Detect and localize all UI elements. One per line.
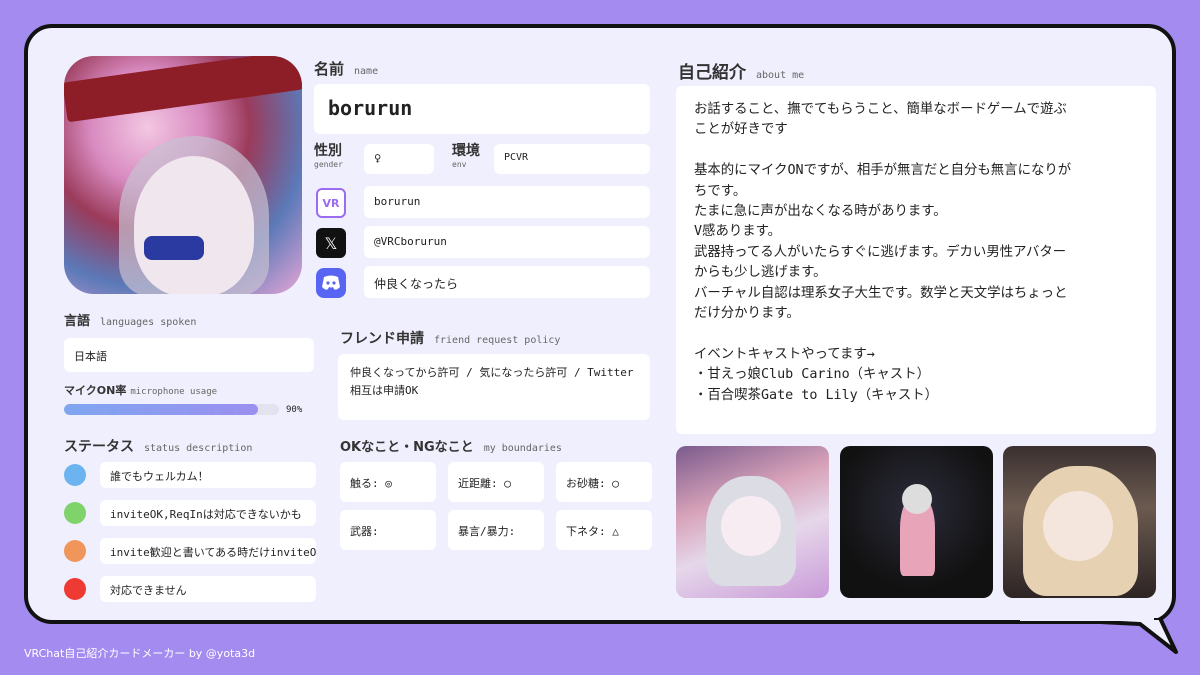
about-line: 基本的にマイクONですが、相手が無言だと自分も無言になりが: [694, 163, 1072, 179]
status-dot-3: [64, 578, 86, 600]
speech-bubble-tail: [1020, 618, 1178, 654]
about-line: だけ分かります。: [694, 306, 800, 322]
languages-label: 言語 languages spoken: [64, 314, 197, 329]
vrchat-icon: VR: [316, 188, 346, 218]
about-line: イベントキャストやってます→: [694, 346, 875, 362]
about-line: からも少し逃げます。: [694, 265, 827, 281]
about-line: [694, 324, 1138, 344]
mic-label: マイクON率 microphone usage: [64, 384, 218, 397]
discord-glyph: [322, 275, 340, 290]
about-line: [694, 141, 1138, 161]
about-line: ことが好きです: [694, 122, 788, 138]
mic-percent: 90%: [286, 405, 303, 415]
about-line: V感あります。: [694, 224, 782, 240]
about-line: ・百合喫茶Gate to Lily（キャスト）: [694, 387, 939, 403]
boundary-item-5: 下ネタ: △: [556, 510, 652, 550]
about-line: お話すること、撫でてもらうこと、簡単なボードゲームで遊ぶ: [694, 102, 1067, 117]
footer-credit: VRChat自己紹介カードメーカー by @yota3d: [24, 647, 256, 660]
status-dot-2: [64, 540, 86, 562]
about-line: 武器持ってる人がいたらすぐに逃げます。デカい男性アバター: [694, 244, 1067, 260]
friend-request-label: フレンド申請 friend request policy: [340, 331, 561, 347]
gallery-photo-2: [840, 446, 993, 598]
boundary-item-0: 触る: ◎: [340, 462, 436, 502]
gender-field: ♀: [364, 144, 434, 174]
about-line: たまに急に声が出なくなる時があります。: [694, 204, 947, 220]
discord-account-field: 仲良くなったら: [364, 266, 650, 298]
status-item-3: 対応できません: [100, 576, 316, 602]
about-line: バーチャル自認は理系女子大生です。数学と天文学はちょっと: [694, 285, 1068, 301]
name-value: borurun: [328, 96, 413, 120]
name-field: borurun: [314, 84, 650, 134]
status-item-0: 誰でもウェルカム！: [100, 462, 316, 488]
status-item-2: invite歓迎と書いてある時だけinviteOK: [100, 538, 316, 564]
boundary-item-4: 暴言/暴力:: [448, 510, 544, 550]
mic-progress-fill: [64, 404, 258, 415]
about-label: 自己紹介 about me: [678, 63, 805, 83]
avatar-face: [134, 156, 254, 294]
env-field: PCVR: [494, 144, 650, 174]
env-label: 環境 env: [452, 143, 480, 169]
status-item-1: inviteOK,ReqInは対応できないかも: [100, 500, 316, 526]
status-dot-0: [64, 464, 86, 486]
discord-icon: [316, 268, 346, 298]
vrchat-account-field: borurun: [364, 186, 650, 218]
avatar: [64, 56, 302, 294]
x-icon: 𝕏: [316, 228, 346, 258]
boundaries-label: OKなこと・NGなこと my boundaries: [340, 440, 562, 455]
twitter-account-field: @VRCborurun: [364, 226, 650, 258]
avatar-bow: [144, 236, 204, 260]
profile-card: 名前 name borurun 性別 gender ♀ 環境 env PCVR V…: [24, 24, 1176, 624]
languages-field: 日本語: [64, 338, 314, 372]
gallery-photo-1: [676, 446, 829, 598]
about-line: ・甘えっ娘Club Carino（キャスト）: [694, 367, 930, 383]
name-label: 名前 name: [314, 60, 379, 78]
mic-progress-bar: [64, 404, 279, 415]
about-line: ちです。: [694, 183, 747, 199]
torii-gate-decoration: [64, 56, 302, 123]
friend-request-field: 仲良くなってから許可 / 気になったら許可 / Twitter相互は申請OK: [338, 354, 650, 420]
about-text: お話すること、撫でてもらうこと、簡単なボードゲームで遊ぶ ことが好きです基本的にマ…: [676, 86, 1156, 434]
gallery-photo-3: [1003, 446, 1156, 598]
status-label: ステータス status description: [64, 439, 253, 455]
gender-label: 性別 gender: [314, 143, 343, 169]
status-dot-1: [64, 502, 86, 524]
boundary-item-2: お砂糖: ◯: [556, 462, 652, 502]
boundary-item-3: 武器:: [340, 510, 436, 550]
boundary-item-1: 近距離: ◯: [448, 462, 544, 502]
